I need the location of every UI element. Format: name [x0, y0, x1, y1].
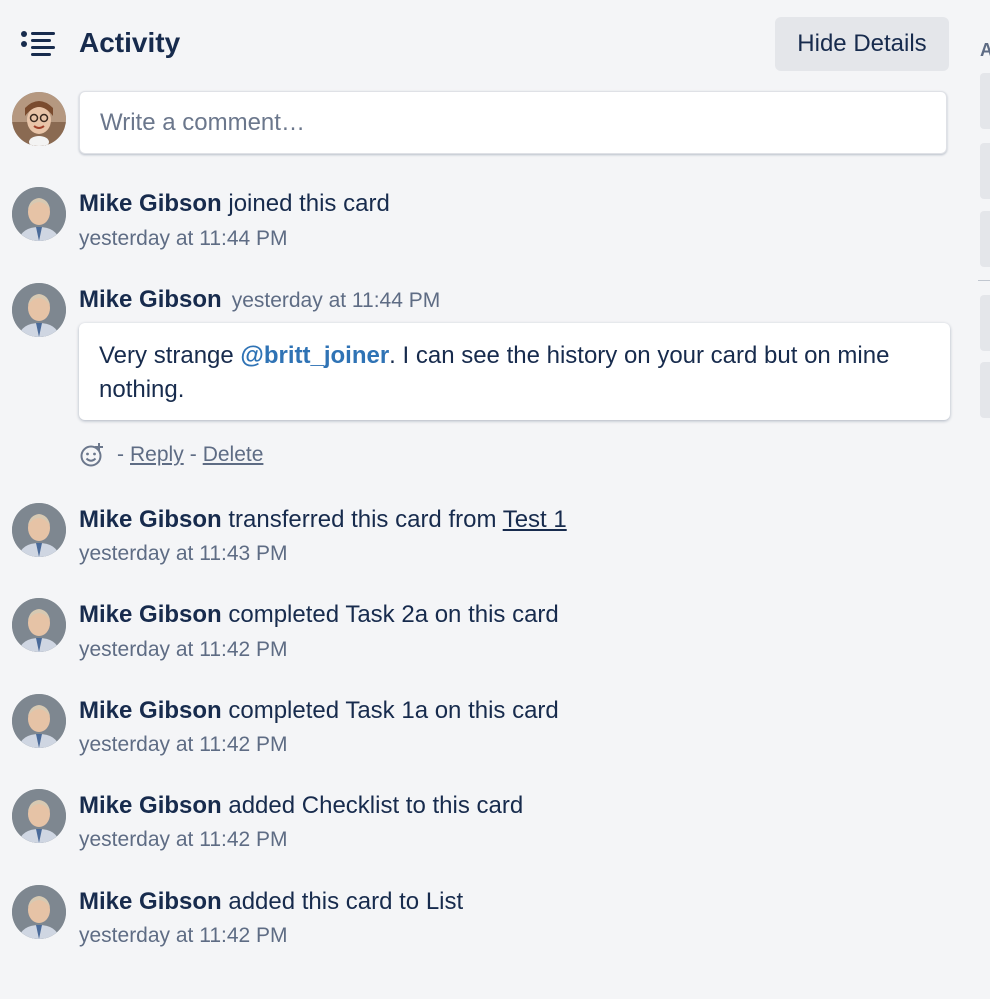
sidebar-button[interactable]: [980, 362, 990, 418]
activity-line: Mike Gibson transferred this card from T…: [79, 506, 567, 534]
user-avatar[interactable]: [12, 789, 66, 843]
activity-timestamp[interactable]: yesterday at 11:43 PM: [79, 542, 288, 566]
add-reaction-icon[interactable]: [79, 442, 105, 468]
activity-list-icon: [20, 28, 56, 58]
reply-link[interactable]: Reply: [130, 443, 184, 467]
activity-text: added Checklist to this card: [228, 792, 524, 819]
sidebar-button[interactable]: [980, 211, 990, 267]
user-name[interactable]: Mike Gibson: [79, 697, 222, 724]
activity-panel: Activity Hide Details Mike Gibson joined…: [0, 0, 968, 999]
comment-text: . I can see the history on your card but…: [389, 342, 890, 369]
activity-text: joined this card: [228, 190, 390, 217]
delete-link[interactable]: Delete: [203, 443, 264, 467]
activity-text: completed Task 2a on this card: [228, 601, 559, 628]
comment-text: Very strange: [99, 342, 241, 369]
comment-input[interactable]: [79, 91, 947, 154]
user-avatar[interactable]: [12, 694, 66, 748]
sidebar-divider: [978, 280, 990, 281]
user-avatar[interactable]: [12, 598, 66, 652]
sidebar-button[interactable]: [980, 73, 990, 129]
sidebar-button[interactable]: [980, 295, 990, 351]
comment-body[interactable]: Very strange @britt_joiner. I can see th…: [79, 323, 950, 420]
comment-actions: - Reply - Delete: [79, 440, 263, 470]
current-user-avatar[interactable]: [12, 92, 66, 146]
activity-header: Activity Hide Details: [0, 0, 968, 90]
activity-title: Activity: [79, 27, 181, 58]
comment-text: nothing.: [99, 376, 185, 403]
user-name[interactable]: Mike Gibson: [79, 506, 222, 533]
action-separator: -: [117, 443, 124, 466]
user-avatar[interactable]: [12, 503, 66, 557]
user-avatar[interactable]: [12, 885, 66, 939]
user-avatar[interactable]: [12, 283, 66, 337]
activity-timestamp[interactable]: yesterday at 11:42 PM: [79, 828, 288, 852]
activity-line: Mike Gibson added this card to List: [79, 888, 463, 916]
sidebar-button[interactable]: [980, 143, 990, 199]
sidebar-heading: A: [980, 40, 990, 60]
action-separator: -: [189, 443, 197, 466]
activity-line: Mike Gibson added Checklist to this card: [79, 792, 523, 820]
list-link[interactable]: Test 1: [503, 506, 567, 533]
comment-timestamp[interactable]: yesterday at 11:44 PM: [232, 289, 441, 312]
activity-text: completed Task 1a on this card: [228, 697, 559, 724]
hide-details-button[interactable]: Hide Details: [775, 17, 949, 71]
comment-header: Mike Gibson yesterday at 11:44 PM: [79, 286, 440, 314]
activity-timestamp[interactable]: yesterday at 11:42 PM: [79, 924, 288, 948]
activity-line: Mike Gibson completed Task 2a on this ca…: [79, 601, 559, 629]
activity-timestamp[interactable]: yesterday at 11:42 PM: [79, 733, 288, 757]
activity-text: added this card to List: [228, 888, 464, 915]
mention-link[interactable]: @britt_joiner: [240, 342, 389, 369]
activity-text: transferred this card from: [228, 506, 497, 533]
user-name[interactable]: Mike Gibson: [79, 286, 222, 313]
card-sidebar: A: [968, 0, 990, 999]
activity-timestamp[interactable]: yesterday at 11:44 PM: [79, 227, 288, 251]
user-name[interactable]: Mike Gibson: [79, 888, 222, 915]
user-name[interactable]: Mike Gibson: [79, 190, 222, 217]
activity-line: Mike Gibson completed Task 1a on this ca…: [79, 697, 559, 725]
activity-line: Mike Gibson joined this card: [79, 190, 390, 218]
user-name[interactable]: Mike Gibson: [79, 601, 222, 628]
user-name[interactable]: Mike Gibson: [79, 792, 222, 819]
activity-timestamp[interactable]: yesterday at 11:42 PM: [79, 638, 288, 662]
user-avatar[interactable]: [12, 187, 66, 241]
